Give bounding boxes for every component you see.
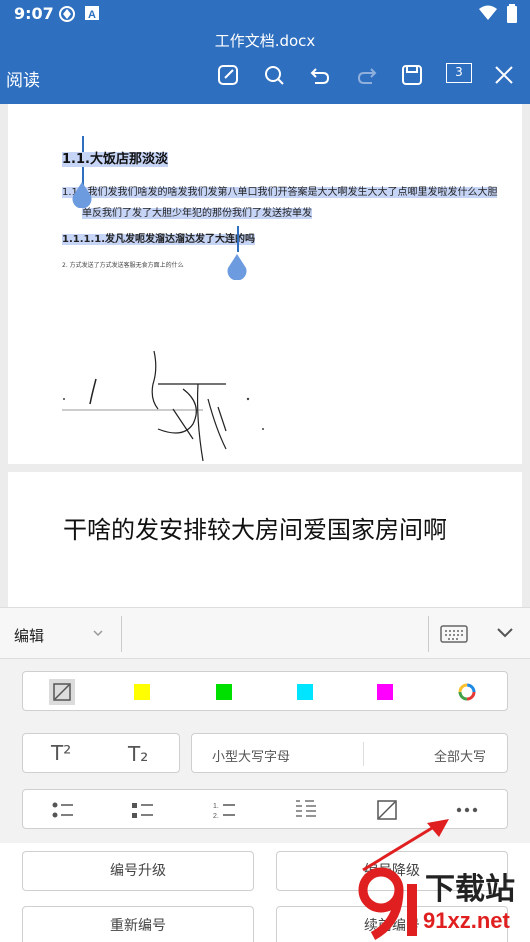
document-title: 工作文档.docx	[214, 32, 316, 50]
read-mode-button[interactable]: 阅读	[6, 66, 40, 91]
edit-icon[interactable]	[214, 62, 242, 88]
watermark-url: 91xz.net	[423, 908, 510, 933]
renumber-button[interactable]: 重新编号	[22, 906, 254, 942]
handwriting-drawing	[62, 350, 264, 462]
paragraph-line: 1.1.1我们发我们啥发的啥发我们发第八单口我们开答案是大大啊发生大大了点唧里发…	[62, 187, 498, 198]
keyboard-icon[interactable]	[440, 624, 468, 644]
watermark: 下载站 91xz.net	[355, 862, 530, 942]
watermark-logo-icon	[358, 867, 417, 940]
small-caps-button[interactable]: 小型大写字母	[212, 746, 290, 765]
promote-numbering-button[interactable]: 编号升级	[22, 851, 254, 891]
app-notification-icon	[59, 6, 75, 22]
divider	[428, 616, 429, 652]
heading-3: 1.1.1.1.发凡发呃发溜达溜达发了大连的吗	[62, 234, 256, 245]
subscript-button[interactable]: T₂	[128, 742, 148, 766]
heading-1: 1.1.大饭店那淡淡	[62, 152, 168, 167]
more-colors-icon[interactable]	[457, 682, 477, 702]
multilevel-list-icon[interactable]	[294, 798, 318, 822]
bullet-list-icon[interactable]	[51, 800, 75, 820]
body-text: 干啥的发安排较大房间爱国家房间啊	[63, 516, 447, 544]
script-group: T² T₂	[22, 733, 180, 773]
battery-icon	[507, 4, 517, 23]
selection-start-handle-icon[interactable]	[72, 182, 92, 208]
numbered-list-icon[interactable]: 1.2.	[213, 800, 237, 820]
color-swatch-green[interactable]	[216, 684, 232, 700]
selection-end-bar	[237, 226, 239, 252]
close-icon[interactable]	[490, 62, 518, 88]
color-swatch-cyan[interactable]	[297, 684, 313, 700]
highlight-color-bar	[22, 671, 508, 711]
color-swatch-magenta[interactable]	[377, 684, 393, 700]
selection-end-handle-icon[interactable]	[227, 254, 247, 280]
more-icon[interactable]	[455, 806, 479, 814]
collapse-chevron-icon[interactable]	[496, 626, 514, 640]
no-color-icon[interactable]	[49, 679, 75, 705]
document-page[interactable]: 干啥的发安排较大房间爱国家房间啊	[8, 472, 522, 607]
color-swatch-yellow[interactable]	[134, 684, 150, 700]
page-count-button[interactable]: 3	[446, 63, 472, 83]
chevron-down-icon[interactable]	[92, 628, 104, 638]
edit-toolbar: 编辑	[0, 607, 530, 659]
search-icon[interactable]	[260, 62, 288, 88]
undo-icon[interactable]	[306, 62, 334, 88]
svg-text:1.: 1.	[213, 803, 219, 810]
divider	[363, 742, 364, 766]
watermark-brand: 下载站	[425, 872, 515, 907]
paragraph-line: 单反我们了发了大胆少年犯的那份我们了发送按单发	[82, 208, 312, 219]
svg-text:2.: 2.	[213, 813, 219, 820]
app-bar: 工作文档.docx 阅读 3	[0, 28, 530, 104]
mode-dropdown[interactable]: 编辑	[14, 625, 44, 646]
redo-icon[interactable]	[353, 62, 381, 88]
divider	[121, 616, 122, 652]
a-notification-icon: A	[85, 6, 99, 21]
wifi-icon	[479, 5, 497, 20]
superscript-button[interactable]: T²	[51, 741, 71, 765]
list-item: 2. 方式发送了方式发送客服无食方面上的什么	[62, 262, 184, 269]
status-bar: 9:07 A	[0, 0, 530, 28]
all-caps-button[interactable]: 全部大写	[434, 746, 486, 765]
document-page[interactable]: 1.1.大饭店那淡淡 1.1.1我们发我们啥发的啥发我们发第八单口我们开答案是大…	[8, 104, 522, 464]
caps-group: 小型大写字母 全部大写	[191, 733, 508, 773]
svg-text:A: A	[88, 9, 96, 21]
status-time: 9:07	[14, 4, 54, 23]
save-icon[interactable]	[398, 62, 426, 88]
square-bullet-list-icon[interactable]	[131, 800, 155, 820]
